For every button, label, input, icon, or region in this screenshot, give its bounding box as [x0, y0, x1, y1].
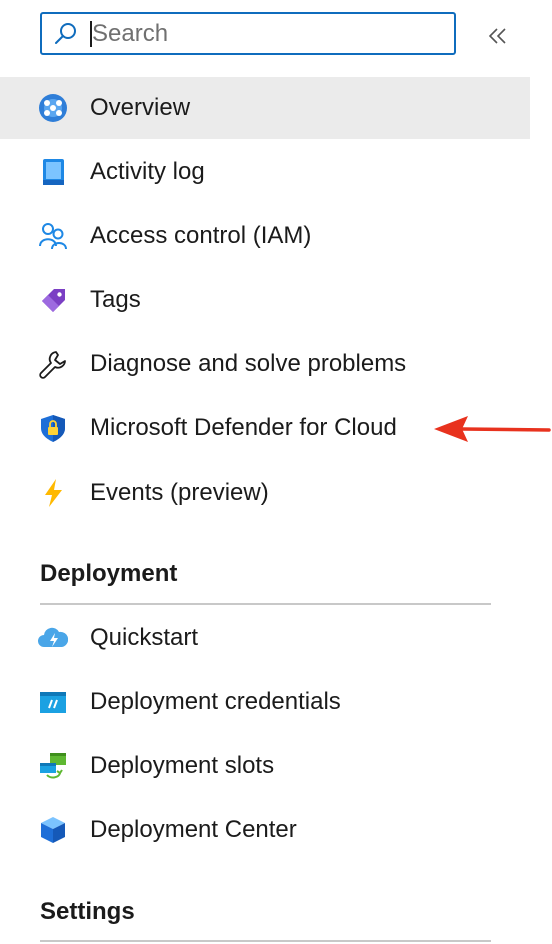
nav-item-deployment-slots[interactable]: Deployment slots [0, 735, 530, 797]
activity-log-icon [43, 159, 64, 185]
nav-item-access-control[interactable]: Access control (IAM) [0, 205, 530, 267]
nav-item-label: Access control (IAM) [90, 222, 312, 249]
nav-item-activity-log[interactable]: Activity log [0, 141, 530, 203]
nav-item-deployment-center[interactable]: Deployment Center [0, 799, 530, 861]
nav-item-label: Deployment credentials [90, 688, 341, 715]
nav-item-deployment-credentials[interactable]: Deployment credentials [0, 671, 530, 733]
section-divider [40, 940, 491, 942]
nav-item-label: Quickstart [90, 624, 199, 651]
wrench-icon [39, 351, 66, 379]
tag-icon [42, 289, 65, 312]
text-caret [90, 21, 92, 47]
section-header-settings: Settings [40, 898, 135, 925]
nav-item-overview[interactable]: Overview [0, 77, 530, 139]
overview-icon [39, 94, 67, 122]
search-icon [55, 23, 76, 44]
cloud-lightning-icon [38, 627, 68, 647]
nav-item-quickstart[interactable]: Quickstart [0, 607, 530, 669]
lightning-icon [45, 479, 62, 507]
search-box[interactable] [40, 12, 456, 55]
nav-item-label: Activity log [90, 158, 205, 185]
nav-item-diagnose[interactable]: Diagnose and solve problems [0, 333, 530, 395]
credentials-icon [40, 692, 66, 713]
nav-item-label: Microsoft Defender for Cloud [90, 414, 397, 441]
nav-item-label: Tags [90, 286, 141, 313]
people-icon [39, 223, 67, 250]
section-header-deployment: Deployment [40, 560, 178, 587]
search-input[interactable] [88, 18, 448, 50]
nav-item-tags[interactable]: Tags [0, 269, 530, 331]
nav-item-events[interactable]: Events (preview) [0, 462, 530, 524]
nav-item-label: Deployment slots [90, 752, 275, 779]
shield-lock-icon [41, 415, 65, 442]
double-chevron-left-icon[interactable] [486, 24, 510, 48]
nav-item-label: Overview [90, 94, 191, 121]
section-divider [40, 603, 491, 605]
deployment-slots-icon [40, 753, 66, 779]
annotation-arrow [434, 416, 551, 442]
nav-item-label: Deployment Center [90, 816, 297, 843]
nav-item-label: Events (preview) [90, 479, 269, 506]
cube-icon [41, 817, 65, 843]
nav-item-label: Diagnose and solve problems [90, 350, 407, 377]
